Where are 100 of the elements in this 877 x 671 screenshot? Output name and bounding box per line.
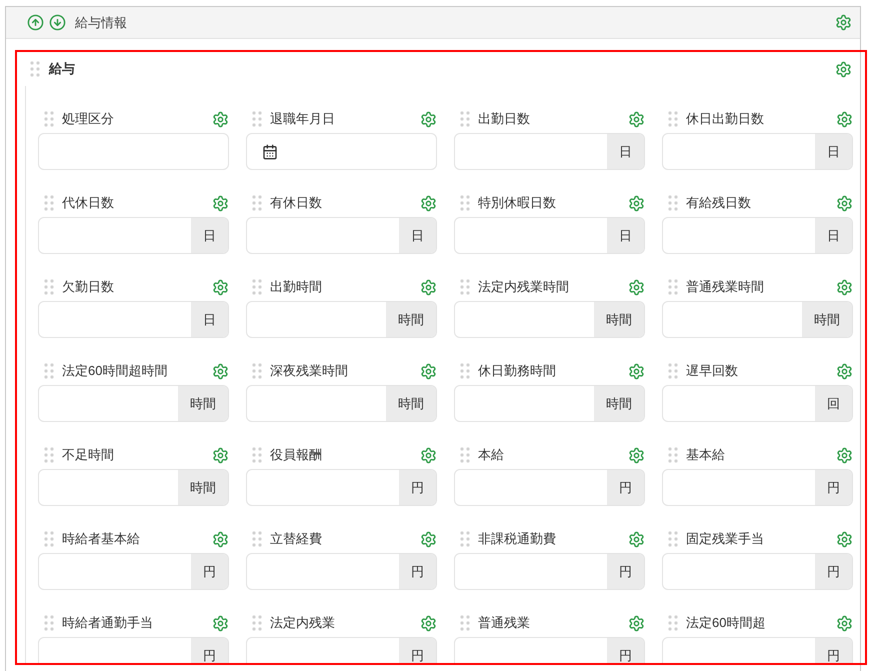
date-field[interactable] [246, 133, 437, 170]
field-label: 有休日数 [270, 194, 323, 212]
drag-handle-icon[interactable] [668, 447, 678, 463]
field-label: 基本給 [686, 446, 726, 464]
unit-label: 円 [399, 470, 436, 505]
input-field[interactable]: 日 [662, 217, 853, 254]
settings-icon[interactable] [420, 530, 437, 548]
drag-handle-icon[interactable] [44, 615, 54, 631]
drag-handle-icon[interactable] [252, 195, 262, 211]
drag-handle-icon[interactable] [460, 363, 470, 379]
settings-icon[interactable] [212, 446, 229, 464]
input-field[interactable]: 時間 [246, 301, 437, 338]
drag-handle-icon[interactable] [44, 111, 54, 127]
drag-handle-icon[interactable] [252, 447, 262, 463]
field-label: 深夜残業時間 [270, 362, 349, 380]
input-field[interactable]: 時間 [38, 469, 229, 506]
drag-handle-icon[interactable] [252, 615, 262, 631]
input-field[interactable]: 円 [662, 469, 853, 506]
settings-icon[interactable] [836, 530, 853, 548]
drag-handle-icon[interactable] [30, 61, 40, 77]
settings-icon[interactable] [420, 614, 437, 632]
settings-icon[interactable] [836, 110, 853, 128]
drag-handle-icon[interactable] [460, 195, 470, 211]
input-field[interactable]: 日 [662, 133, 853, 170]
input-field[interactable]: 円 [662, 637, 853, 663]
settings-icon[interactable] [420, 446, 437, 464]
move-up-icon[interactable] [27, 14, 44, 31]
settings-icon[interactable] [212, 110, 229, 128]
drag-handle-icon[interactable] [460, 447, 470, 463]
input-field[interactable]: 日 [246, 217, 437, 254]
drag-handle-icon[interactable] [668, 279, 678, 295]
input-field[interactable]: 回 [662, 385, 853, 422]
input-field[interactable]: 日 [38, 301, 229, 338]
settings-icon[interactable] [420, 110, 437, 128]
drag-handle-icon[interactable] [668, 195, 678, 211]
settings-icon[interactable] [628, 446, 645, 464]
settings-icon[interactable] [420, 194, 437, 212]
drag-handle-icon[interactable] [668, 111, 678, 127]
input-field[interactable]: 円 [246, 553, 437, 590]
settings-icon[interactable] [836, 614, 853, 632]
input-field[interactable]: 円 [454, 637, 645, 663]
drag-handle-icon[interactable] [252, 363, 262, 379]
drag-handle-icon[interactable] [460, 111, 470, 127]
settings-icon[interactable] [836, 362, 853, 380]
input-field[interactable]: 円 [454, 469, 645, 506]
calendar-icon[interactable] [262, 144, 278, 160]
drag-handle-icon[interactable] [252, 279, 262, 295]
settings-icon[interactable] [836, 194, 853, 212]
input-field[interactable]: 円 [246, 637, 437, 663]
drag-handle-icon[interactable] [460, 279, 470, 295]
input-field[interactable]: 時間 [454, 301, 645, 338]
drag-handle-icon[interactable] [44, 447, 54, 463]
settings-icon[interactable] [420, 278, 437, 296]
settings-icon[interactable] [835, 14, 852, 31]
settings-icon[interactable] [628, 110, 645, 128]
settings-icon[interactable] [628, 194, 645, 212]
input-field[interactable]: 円 [662, 553, 853, 590]
settings-icon[interactable] [212, 614, 229, 632]
settings-icon[interactable] [212, 362, 229, 380]
settings-icon[interactable] [628, 614, 645, 632]
input-field[interactable]: 時間 [246, 385, 437, 422]
drag-handle-icon[interactable] [668, 615, 678, 631]
input-field[interactable]: 円 [38, 553, 229, 590]
input-field[interactable]: 円 [454, 553, 645, 590]
settings-icon[interactable] [628, 530, 645, 548]
input-field[interactable]: 時間 [38, 385, 229, 422]
drag-handle-icon[interactable] [252, 531, 262, 547]
drag-handle-icon[interactable] [44, 363, 54, 379]
drag-handle-icon[interactable] [252, 111, 262, 127]
input-field[interactable]: 日 [38, 217, 229, 254]
drag-handle-icon[interactable] [44, 195, 54, 211]
input-field[interactable]: 日 [454, 217, 645, 254]
settings-icon[interactable] [628, 362, 645, 380]
drag-handle-icon[interactable] [460, 615, 470, 631]
input-field[interactable]: 時間 [662, 301, 853, 338]
field-label: 法定60時間超時間 [62, 362, 168, 380]
settings-icon[interactable] [835, 60, 852, 78]
input-field[interactable]: 円 [246, 469, 437, 506]
settings-icon[interactable] [212, 530, 229, 548]
drag-handle-icon[interactable] [460, 531, 470, 547]
field-label: 法定内残業 [270, 614, 336, 632]
input-field[interactable]: 時間 [454, 385, 645, 422]
drag-handle-icon[interactable] [44, 531, 54, 547]
input-field[interactable] [38, 133, 229, 170]
settings-icon[interactable] [628, 278, 645, 296]
move-down-icon[interactable] [49, 14, 66, 31]
unit-label: 円 [607, 554, 644, 589]
settings-icon[interactable] [836, 278, 853, 296]
input-field[interactable]: 円 [38, 637, 229, 663]
drag-handle-icon[interactable] [668, 363, 678, 379]
input-field[interactable]: 日 [454, 133, 645, 170]
field-label: 時給者通勤手当 [62, 614, 154, 632]
unit-label: 回 [815, 386, 852, 421]
settings-icon[interactable] [836, 446, 853, 464]
drag-handle-icon[interactable] [668, 531, 678, 547]
settings-icon[interactable] [212, 194, 229, 212]
unit-label: 円 [815, 638, 852, 663]
drag-handle-icon[interactable] [44, 279, 54, 295]
settings-icon[interactable] [420, 362, 437, 380]
settings-icon[interactable] [212, 278, 229, 296]
